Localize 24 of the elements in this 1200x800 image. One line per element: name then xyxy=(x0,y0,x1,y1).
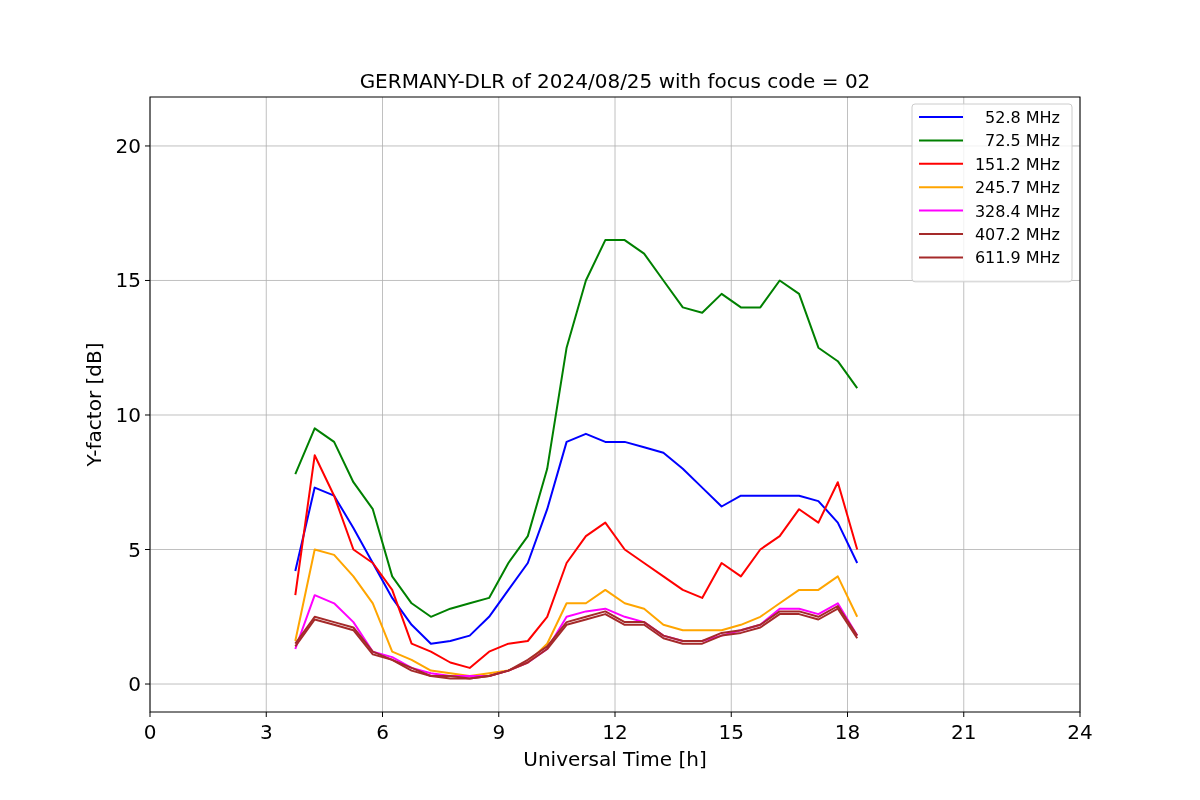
legend-label: 245.7 MHz xyxy=(974,178,1060,198)
y-tick-label: 0 xyxy=(128,672,141,696)
legend-label: 407.2 MHz xyxy=(974,225,1060,244)
chart-title: GERMANY-DLR of 2024/08/25 with focus code = 02 xyxy=(359,69,871,93)
x-tick-label: 24 xyxy=(1067,720,1093,744)
y-tick-label: 20 xyxy=(115,133,141,158)
legend-label: 52.8 MHz xyxy=(985,108,1060,127)
x-tick-label: 12 xyxy=(602,720,628,744)
legend-label: 151.2 MHz xyxy=(974,154,1060,174)
x-axis-label: Universal Time [h] xyxy=(523,747,707,771)
x-tick-label: 3 xyxy=(259,720,273,744)
y-axis-label: Y-factor [dB] xyxy=(82,342,106,467)
y-tick-label: 5 xyxy=(128,537,141,562)
x-tick-label: 9 xyxy=(492,720,506,744)
y-tick-label: 10 xyxy=(115,403,141,427)
x-tick-label: 0 xyxy=(143,720,157,744)
legend-label: 72.5 MHz xyxy=(985,131,1060,151)
legend-label: 611.9 MHz xyxy=(974,248,1060,268)
x-tick-label: 21 xyxy=(951,720,977,744)
legend-label: 328.4 MHz xyxy=(974,201,1060,221)
y-tick-label: 15 xyxy=(115,268,141,293)
x-tick-label: 18 xyxy=(834,720,861,744)
x-tick-label: 6 xyxy=(376,720,389,744)
x-tick-label: 15 xyxy=(718,720,744,744)
